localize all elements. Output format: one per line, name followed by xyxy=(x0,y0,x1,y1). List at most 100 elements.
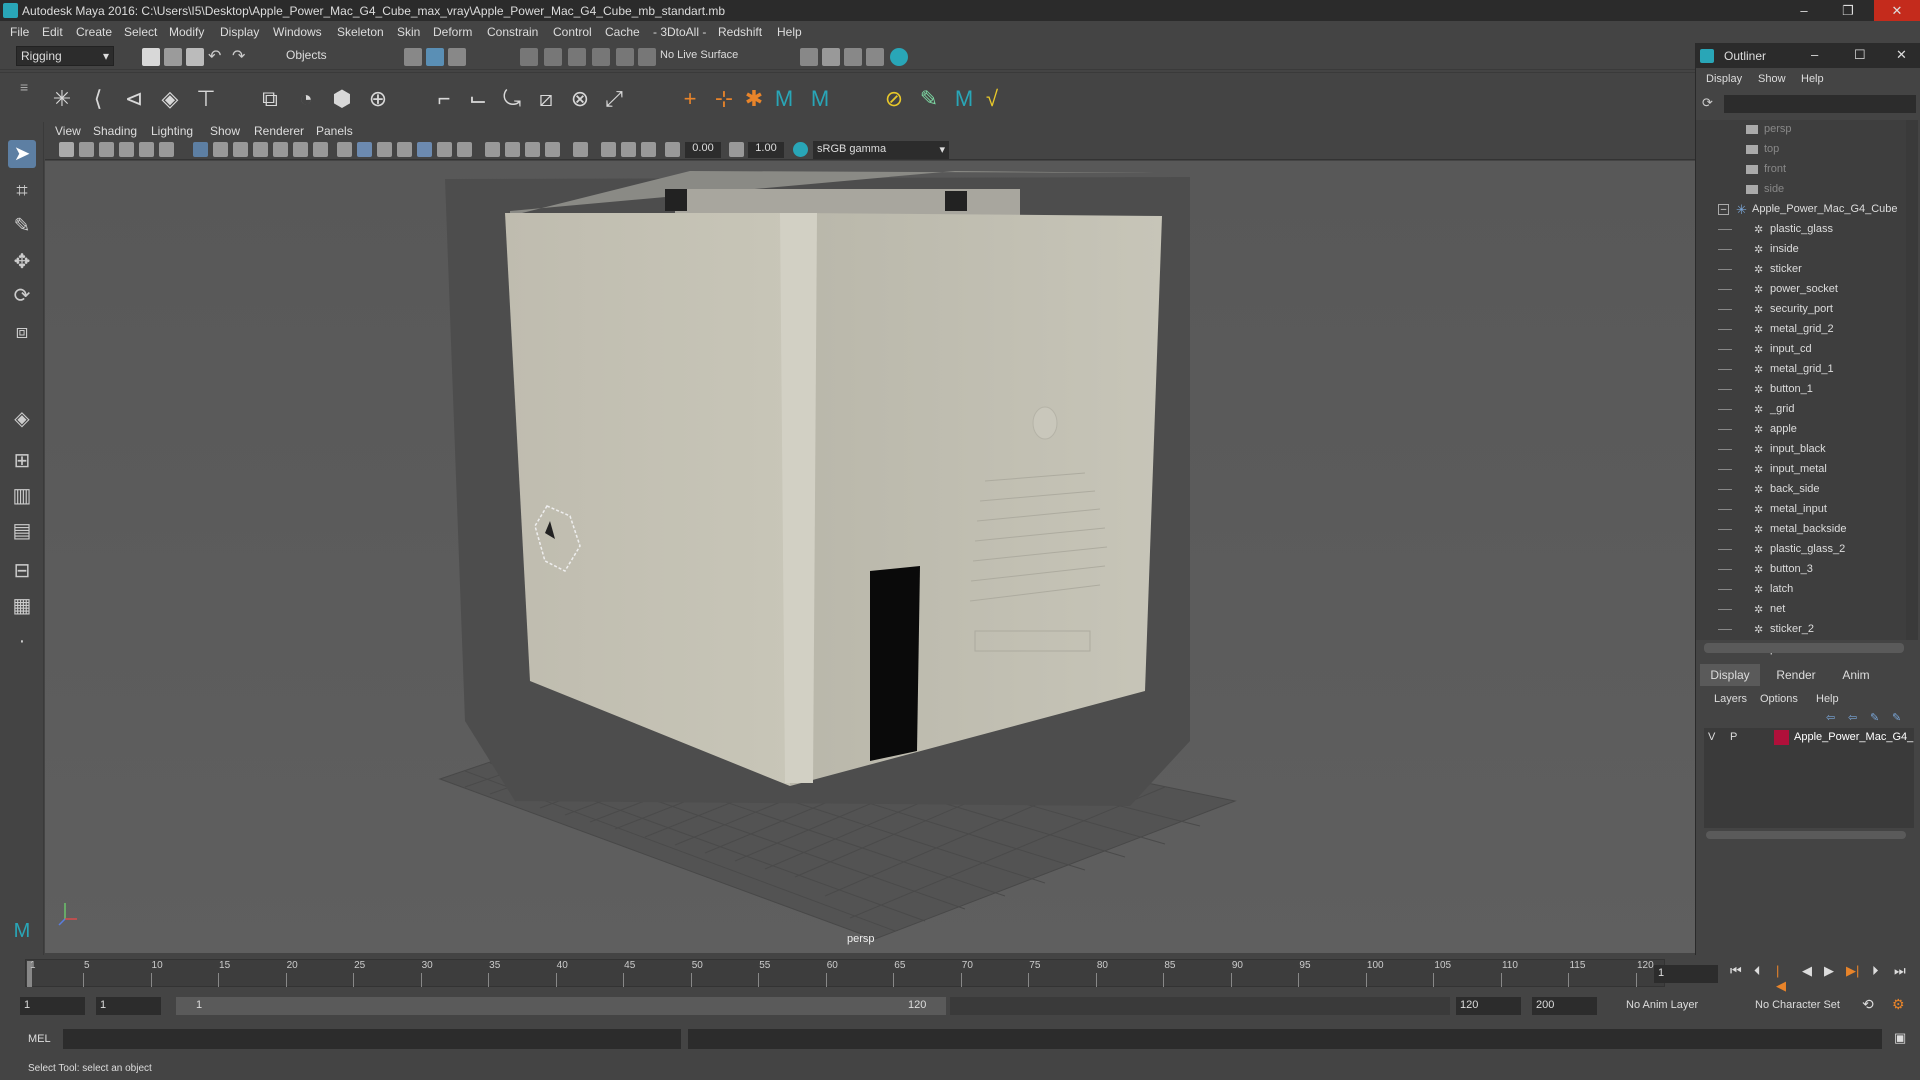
outliner-item[interactable]: ✲ metal_grid_2 xyxy=(1696,320,1906,340)
insert-joint-icon[interactable]: ◈ xyxy=(156,85,184,113)
render-settings-icon[interactable] xyxy=(866,48,884,66)
script-icon[interactable]: ✱ xyxy=(740,85,768,113)
outliner-item[interactable]: ✲ button_3 xyxy=(1696,560,1906,580)
camera-attr-icon[interactable] xyxy=(79,142,94,157)
anti-aliasing-icon[interactable] xyxy=(525,142,540,157)
step-back-frame-icon[interactable]: |◀ xyxy=(1776,963,1786,994)
collapse-icon[interactable]: – xyxy=(1718,204,1729,215)
options-menu[interactable]: Options xyxy=(1760,693,1798,705)
paint-select-icon[interactable]: ✎ xyxy=(8,212,36,240)
persp-outliner-icon[interactable]: ▤ xyxy=(8,517,36,545)
camera-select-icon[interactable] xyxy=(59,142,74,157)
step-forward-frame-icon[interactable]: ▶| xyxy=(1846,963,1859,979)
screen-space-ao-icon[interactable] xyxy=(485,142,500,157)
layer-name[interactable]: Apple_Power_Mac_G4_ xyxy=(1794,731,1913,743)
outliner-search-input[interactable] xyxy=(1724,95,1916,113)
outliner-camera-top[interactable]: top xyxy=(1696,140,1906,160)
use-all-lights-icon[interactable] xyxy=(437,142,452,157)
menu-deform[interactable]: Deform xyxy=(433,25,472,39)
script-editor-icon[interactable]: ▣ xyxy=(1894,1030,1906,1046)
isolate-select-icon[interactable] xyxy=(573,142,588,157)
exposure-icon[interactable] xyxy=(665,142,680,157)
outliner-item[interactable]: ✲ _grid xyxy=(1696,400,1906,420)
locator-icon[interactable]: + xyxy=(676,85,704,113)
menu-select[interactable]: Select xyxy=(124,25,157,39)
menu-constrain[interactable]: Constrain xyxy=(487,25,538,39)
undo-icon[interactable]: ↶ xyxy=(208,46,221,66)
safe-action-icon[interactable] xyxy=(293,142,308,157)
mel-script-2-icon[interactable]: M xyxy=(806,85,834,113)
new-layer-icon[interactable]: ✎ xyxy=(1870,711,1879,724)
outliner-item[interactable]: ✲ net xyxy=(1696,600,1906,620)
mel-label[interactable]: MEL xyxy=(28,1033,51,1045)
orient-constraint-icon[interactable]: ⤿ xyxy=(498,85,526,113)
outliner-camera-front[interactable]: front xyxy=(1696,160,1906,180)
select-tool-icon[interactable]: ➤ xyxy=(8,140,36,168)
color-space-dropdown[interactable]: sRGB gamma ▾ xyxy=(813,141,949,159)
render-view-icon[interactable] xyxy=(800,48,818,66)
bookmark-icon[interactable] xyxy=(99,142,114,157)
shadows-icon[interactable] xyxy=(457,142,472,157)
menu-skin[interactable]: Skin xyxy=(397,25,420,39)
tab-display[interactable]: Display xyxy=(1700,664,1760,686)
mel-script-3-icon[interactable]: M xyxy=(950,85,978,113)
auto-key-icon[interactable]: ⟲ xyxy=(1862,996,1874,1013)
two-d-pan-icon[interactable] xyxy=(139,142,154,157)
minimize-button[interactable]: – xyxy=(1782,0,1826,21)
rotate-tool-icon[interactable]: ⟳ xyxy=(8,282,36,310)
layers-menu[interactable]: Layers xyxy=(1714,693,1747,705)
play-forwards-icon[interactable]: ▶ xyxy=(1824,963,1834,979)
panel-menu-show[interactable]: Show xyxy=(210,124,240,138)
redo-icon[interactable]: ↷ xyxy=(232,46,245,66)
viewport-persp[interactable]: persp xyxy=(45,161,1695,953)
lasso-tool-icon[interactable]: ⌗ xyxy=(8,177,36,205)
safe-title-icon[interactable] xyxy=(313,142,328,157)
menu-file[interactable]: File xyxy=(10,25,29,39)
outliner-menu-display[interactable]: Display xyxy=(1706,73,1742,85)
outliner-scrollbar-horizontal[interactable] xyxy=(1704,643,1904,653)
xray-components-icon[interactable] xyxy=(641,142,656,157)
move-layer-down-icon[interactable]: ⇦ xyxy=(1848,711,1857,724)
panel-menu-view[interactable]: View xyxy=(55,124,81,138)
open-scene-icon[interactable] xyxy=(164,48,182,66)
time-slider[interactable]: 1 5 10 15 20 25 30 35 40 45 50 55 60 65 70 75 80 85 90 95 10… xyxy=(0,955,1906,993)
end-time-field[interactable]: 200 xyxy=(1532,997,1597,1015)
wireframe-icon[interactable] xyxy=(337,142,352,157)
maximize-button[interactable]: ❐ xyxy=(1826,0,1870,21)
resolution-gate-icon[interactable] xyxy=(233,142,248,157)
magnet-icon[interactable] xyxy=(638,48,656,66)
menu-create[interactable]: Create xyxy=(76,25,112,39)
go-to-end-icon[interactable]: ⏭ xyxy=(1894,963,1906,979)
tab-anim[interactable]: Anim xyxy=(1826,668,1886,682)
outliner-item[interactable]: ✲ plastic_glass_2 xyxy=(1696,540,1906,560)
tab-render[interactable]: Render xyxy=(1766,668,1826,682)
character-set-dropdown[interactable]: No Character Set xyxy=(1755,999,1840,1011)
image-plane-icon[interactable] xyxy=(119,142,134,157)
menu-display[interactable]: Display xyxy=(220,25,259,39)
cube-model[interactable] xyxy=(445,171,1190,806)
go-to-start-icon[interactable]: ⏮ xyxy=(1730,963,1742,979)
outliner-item[interactable]: ✲ plastic_glass xyxy=(1696,220,1906,240)
layer-help-menu[interactable]: Help xyxy=(1816,693,1839,705)
menu-set-dropdown[interactable]: Rigging ▾ xyxy=(16,46,114,66)
outliner-item[interactable]: ✲ sticker_2 xyxy=(1696,620,1906,640)
exposure-field[interactable]: 0.00 xyxy=(685,142,721,158)
ik-handle-icon[interactable]: ⟨ xyxy=(84,85,112,113)
outliner-item[interactable]: ✲ sticker xyxy=(1696,260,1906,280)
close-button[interactable]: ✕ xyxy=(1874,0,1920,21)
snap-point-icon[interactable] xyxy=(568,48,586,66)
render-frame-icon[interactable] xyxy=(822,48,840,66)
select-component-icon[interactable] xyxy=(448,48,466,66)
four-view-icon[interactable]: ⊞ xyxy=(8,447,36,475)
lattice-icon[interactable]: ⬢ xyxy=(328,85,356,113)
xray-joints-icon[interactable] xyxy=(621,142,636,157)
step-back-key-icon[interactable]: ⏴ xyxy=(1754,963,1761,979)
mirror-joint-icon[interactable]: ⊤ xyxy=(192,85,220,113)
play-backwards-icon[interactable]: ◀ xyxy=(1802,963,1812,979)
parent-constraint-icon[interactable]: ⊗ xyxy=(566,85,594,113)
outliner-camera-side[interactable]: side xyxy=(1696,180,1906,200)
start-time-field[interactable]: 1 xyxy=(20,997,85,1015)
panel-menu-lighting[interactable]: Lighting xyxy=(151,124,193,138)
panel-menu-renderer[interactable]: Renderer xyxy=(254,124,304,138)
outliner-close-button[interactable]: ✕ xyxy=(1896,47,1907,63)
